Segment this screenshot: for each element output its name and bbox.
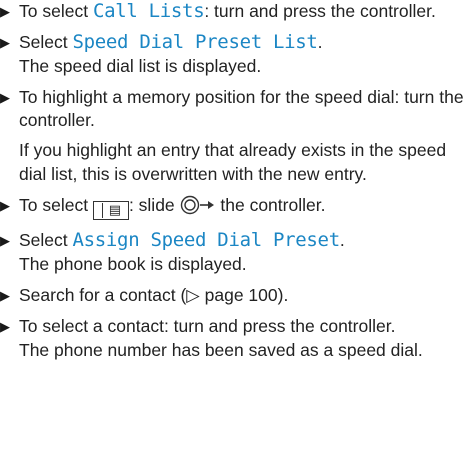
instruction-text: the controller.: [215, 195, 326, 216]
step-bullet-icon: ▶: [0, 4, 10, 19]
step-bullet-icon: ▶: [0, 319, 10, 335]
instruction-text: .: [339, 230, 345, 251]
phonebook-softkey-icon: ▤: [92, 201, 129, 221]
instruction-text: : slide: [128, 195, 180, 216]
step-bullet-icon: ▶: [0, 233, 10, 249]
menu-item-name: Speed Dial Preset List: [72, 31, 318, 54]
instruction-text: To highlight a memory position for the s…: [19, 86, 464, 131]
instruction-text: To select: [19, 1, 93, 21]
step-result-text: The phone number has been saved as a spe…: [19, 339, 423, 360]
controller-slide-right-icon: [180, 195, 216, 221]
instruction-step: ▶ To select a contact: turn and press the…: [0, 315, 469, 362]
step-bullet-icon: ▶: [0, 287, 10, 303]
instruction-text: .: [317, 32, 323, 53]
instruction-step: ▶ Search for a contact (▷ page 100).: [0, 284, 469, 307]
step-bullet-icon: ▶: [0, 198, 10, 214]
step-result-text: The speed dial list is displayed.: [19, 55, 262, 76]
step-text: Select Speed Dial Preset List.: [19, 31, 469, 54]
step-result-text: The phone book is displayed.: [19, 253, 247, 274]
instruction-text: To select a contact: turn and press the …: [19, 316, 396, 337]
instruction-list: ▶ To select Call Lists: turn and press th…: [0, 0, 469, 370]
instruction-step: ▶ To select ▤ : slide the controller.: [0, 194, 469, 221]
instruction-step: ▶ To select Call Lists: turn and press th…: [0, 0, 469, 23]
menu-item-name: Call Lists: [92, 0, 205, 22]
step-text: To select Call Lists: turn and press the…: [19, 0, 469, 23]
instruction-text: To select: [19, 195, 93, 216]
step-text: To select a contact: turn and press the …: [19, 315, 469, 338]
softkey-glyph: ▤: [108, 203, 122, 219]
instruction-text: Select: [19, 230, 73, 251]
instruction-step: ▶ Select Assign Speed Dial Preset. The pho…: [0, 229, 469, 276]
instruction-step: ▶ To highlight a memory position for the …: [0, 86, 469, 186]
step-text: To highlight a memory position for the s…: [19, 86, 469, 133]
step-text: Select Assign Speed Dial Preset.: [19, 229, 469, 252]
instruction-step: ▶ Select Speed Dial Preset List. The speed…: [0, 31, 469, 78]
step-text: Search for a contact (▷ page 100).: [19, 284, 469, 307]
instruction-text: Select: [19, 32, 73, 53]
instruction-text: : turn and press the controller.: [204, 1, 436, 21]
softkey-divider: [99, 203, 103, 219]
step-bullet-icon: ▶: [0, 89, 10, 105]
instruction-text: Search for a contact (▷ page 100).: [19, 284, 289, 305]
step-text: To select ▤ : slide the controller.: [19, 194, 469, 221]
menu-item-name: Assign Speed Dial Preset: [72, 229, 341, 252]
step-bullet-icon: ▶: [0, 35, 10, 51]
step-note-text: If you highlight an entry that already e…: [19, 140, 447, 184]
